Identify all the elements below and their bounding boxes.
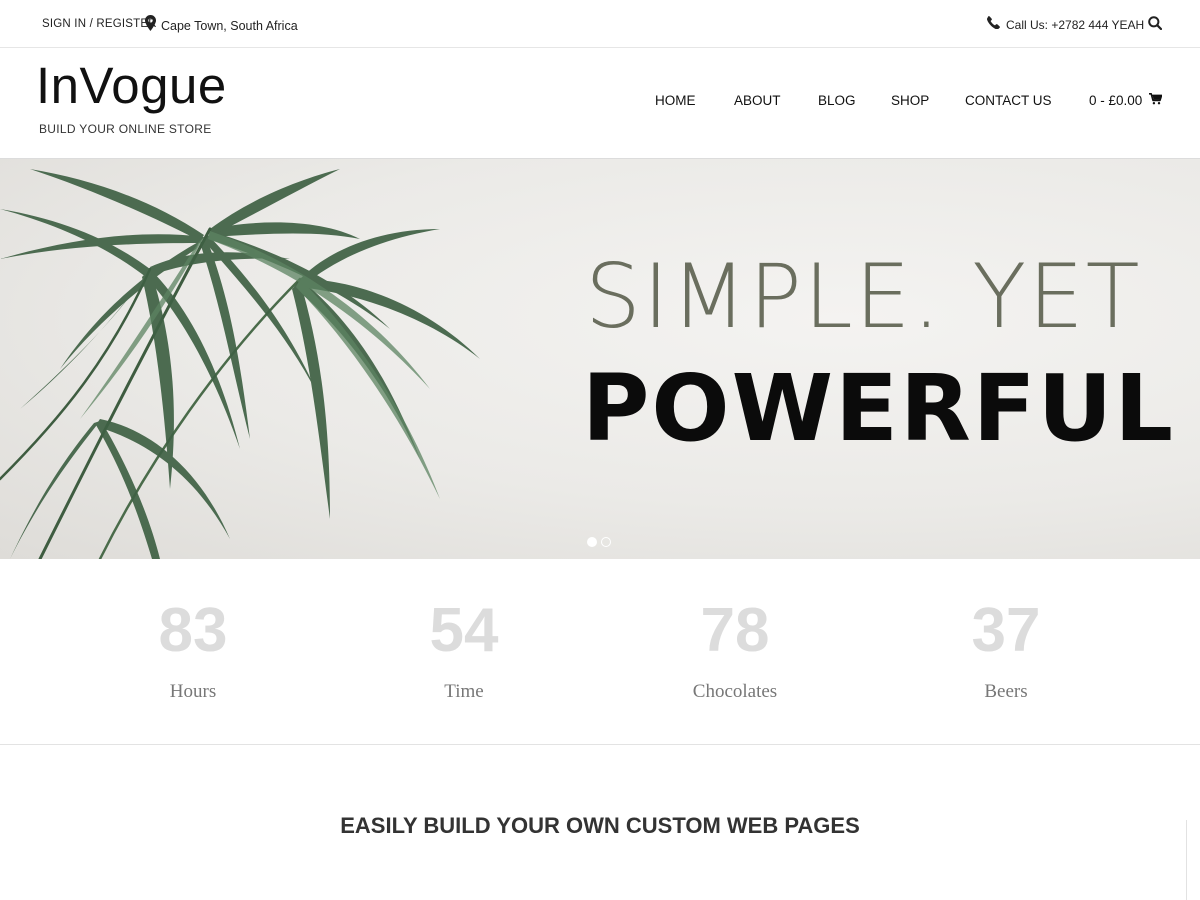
- section-title: EASILY BUILD YOUR OWN CUSTOM WEB PAGES: [340, 813, 860, 838]
- stat-value: 54: [429, 596, 499, 665]
- stat-value: 83: [158, 596, 228, 665]
- sign-in-register-link[interactable]: SIGN IN / REGISTER: [42, 18, 157, 30]
- stat-time: 54 Time: [364, 599, 564, 703]
- stat-value: 78: [700, 596, 770, 665]
- divider: [1186, 820, 1187, 900]
- stats-counter-section: 83 Hours 54 Time 78 Chocolates 37 Beers: [0, 559, 1200, 745]
- cart-total: 0 - £0.00: [1089, 93, 1143, 108]
- nav-shop[interactable]: SHOP: [891, 93, 929, 108]
- cart-link[interactable]: 0 - £0.00: [1089, 93, 1163, 108]
- nav-about[interactable]: ABOUT: [734, 93, 781, 108]
- hero-headline-line1: SIMPLE. YET: [585, 245, 1142, 348]
- stat-label: Hours: [169, 681, 217, 702]
- location: Cape Town, South Africa: [145, 15, 298, 36]
- site-tagline: BUILD YOUR ONLINE STORE: [39, 122, 212, 136]
- call-us-text: Call Us: +2782 444 YEAH: [1006, 18, 1145, 32]
- slider-dot-2[interactable]: [601, 537, 611, 547]
- stat-value: 37: [971, 596, 1041, 665]
- shopping-cart-icon: [1142, 93, 1163, 108]
- search-icon[interactable]: [1148, 16, 1163, 35]
- site-logo[interactable]: InVogue: [36, 56, 227, 115]
- nav-contact-us[interactable]: CONTACT US: [965, 93, 1052, 108]
- stat-label: Beers: [984, 681, 1028, 702]
- stat-hours: 83 Hours: [93, 599, 293, 703]
- stat-chocolates: 78 Chocolates: [635, 599, 835, 703]
- map-marker-icon: [145, 15, 156, 36]
- phone-icon: [986, 16, 1000, 34]
- palm-plant-image: [0, 169, 480, 559]
- stat-beers: 37 Beers: [906, 599, 1106, 703]
- site-header: InVogue BUILD YOUR ONLINE STORE HOME ABO…: [0, 48, 1200, 159]
- hero-headline-line2: POWERFUL: [582, 355, 1175, 462]
- top-bar: SIGN IN / REGISTER Cape Town, South Afri…: [0, 0, 1200, 48]
- call-us[interactable]: Call Us: +2782 444 YEAH: [986, 16, 1145, 34]
- location-text: Cape Town, South Africa: [161, 18, 298, 33]
- stat-label: Time: [444, 681, 484, 702]
- slider-dot-1[interactable]: [587, 537, 597, 547]
- stat-label: Chocolates: [692, 681, 778, 702]
- nav-home[interactable]: HOME: [655, 93, 696, 108]
- nav-blog[interactable]: BLOG: [818, 93, 856, 108]
- hero-slider: SIMPLE. YET POWERFUL: [0, 159, 1200, 559]
